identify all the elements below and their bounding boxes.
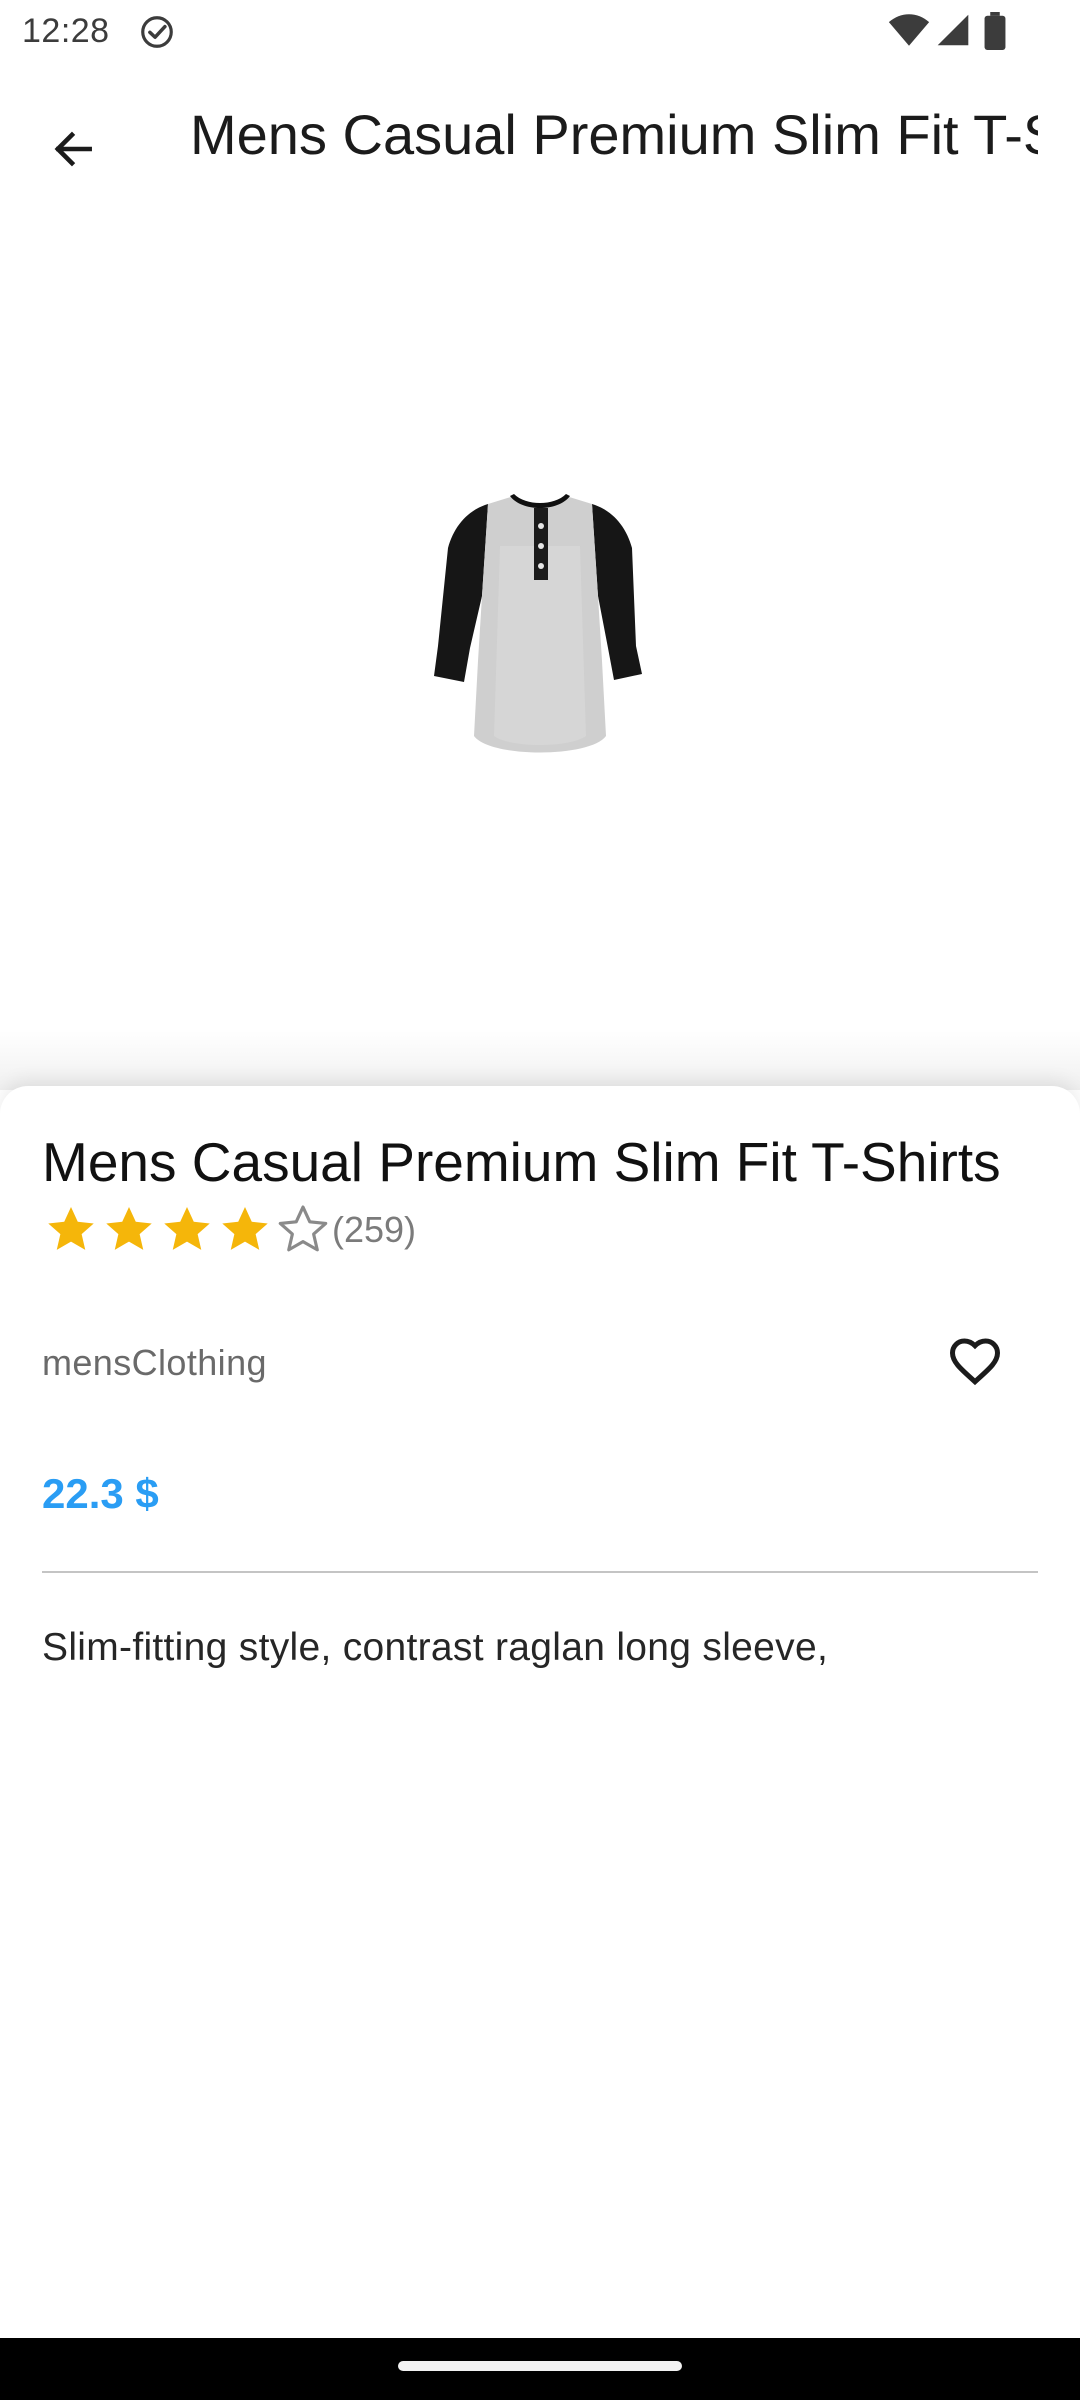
product-image	[434, 494, 642, 753]
app-bar: Mens Casual Premium Slim Fit T-Shirts	[0, 64, 1080, 206]
sheet-shadow	[0, 1030, 1080, 1090]
product-title: Mens Casual Premium Slim Fit T-Shirts	[42, 1131, 1001, 1193]
navigation-bar	[0, 2338, 1080, 2400]
product-description: Slim-fitting style, contrast raglan long…	[42, 1626, 829, 1669]
heart-outline-icon	[949, 1338, 1001, 1386]
product-image-area	[0, 206, 1080, 1086]
favorite-button[interactable]	[930, 1316, 1020, 1406]
signal-icon	[937, 14, 969, 46]
divider	[42, 1571, 1038, 1573]
product-category: mensClothing	[42, 1342, 267, 1383]
arrow-left-icon	[54, 131, 92, 167]
page-title: Mens Casual Premium Slim Fit T-Shirts	[190, 103, 1038, 166]
star-filled-icon	[48, 1207, 94, 1250]
star-filled-icon	[164, 1207, 210, 1250]
star-outline-icon	[278, 1205, 328, 1252]
home-indicator[interactable]	[398, 2361, 682, 2371]
rating-count: (259)	[332, 1209, 417, 1250]
product-details-sheet: Mens Casual Premium Slim Fit T-Shirts (2…	[0, 1086, 1080, 2338]
back-button[interactable]	[28, 104, 118, 194]
battery-icon	[984, 12, 1006, 50]
star-filled-icon	[222, 1207, 268, 1250]
product-price: 22.3 $	[42, 1470, 159, 1517]
product-detail-screen: 12:28 Mens Casual Premium Slim Fit T-Shi…	[0, 0, 1080, 2400]
wifi-icon	[888, 14, 930, 46]
status-bar: 12:28	[0, 0, 1080, 64]
star-filled-icon	[106, 1207, 152, 1250]
check-circle-icon	[141, 16, 173, 48]
status-time: 12:28	[22, 12, 110, 50]
rating-row: (259)	[42, 1200, 416, 1260]
